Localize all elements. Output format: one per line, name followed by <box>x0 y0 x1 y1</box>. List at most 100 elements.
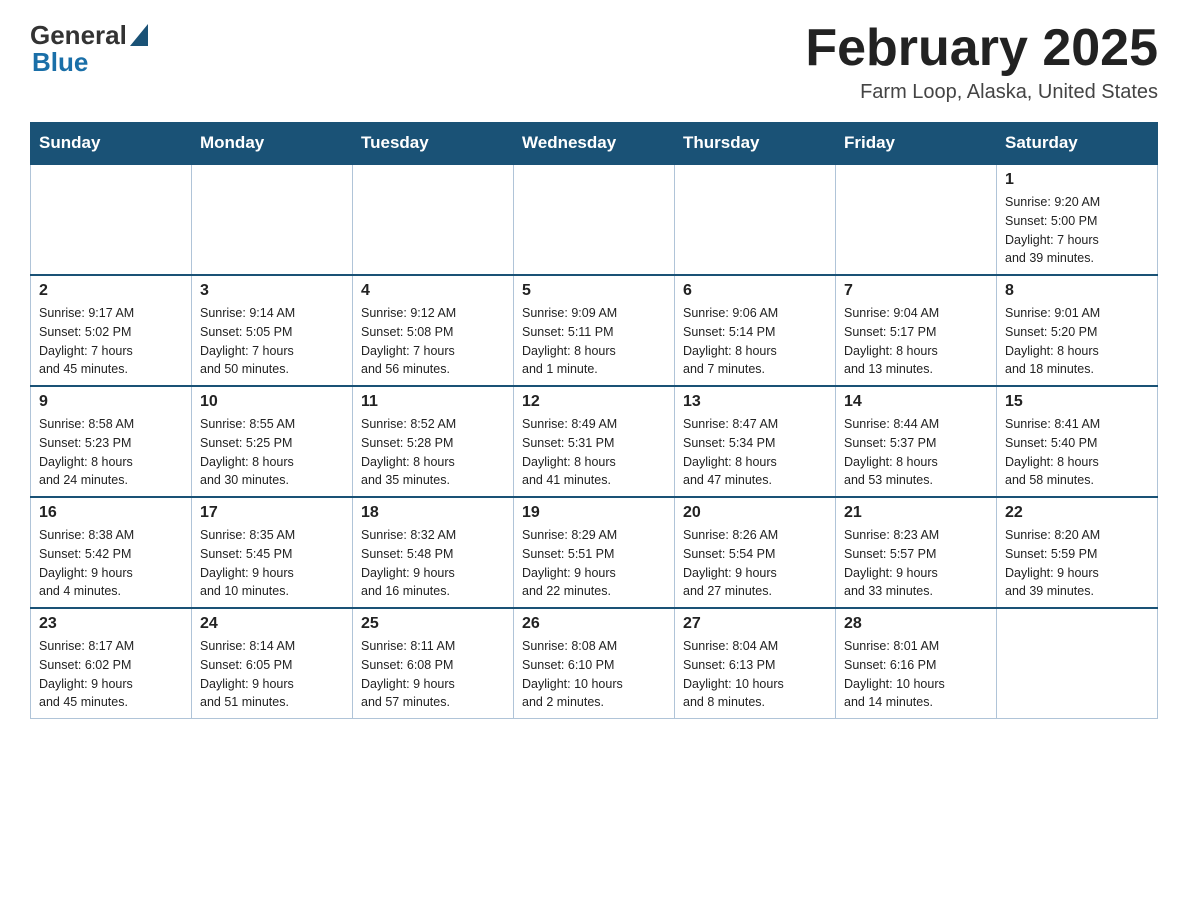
day-number: 11 <box>361 393 505 411</box>
table-row: 5 Sunrise: 9:09 AM Sunset: 5:11 PM Daylig… <box>514 275 675 386</box>
table-row: 19 Sunrise: 8:29 AM Sunset: 5:51 PM Dayli… <box>514 497 675 608</box>
table-row: 1 Sunrise: 9:20 AM Sunset: 5:00 PM Daylig… <box>997 164 1158 275</box>
day-info: Sunrise: 8:47 AM Sunset: 5:34 PM Dayligh… <box>683 415 827 490</box>
day-number: 4 <box>361 282 505 300</box>
day-info: Sunrise: 8:38 AM Sunset: 5:42 PM Dayligh… <box>39 526 183 601</box>
table-row <box>192 164 353 275</box>
logo: General Blue <box>30 20 148 78</box>
day-info: Sunrise: 8:04 AM Sunset: 6:13 PM Dayligh… <box>683 637 827 712</box>
table-row: 6 Sunrise: 9:06 AM Sunset: 5:14 PM Daylig… <box>675 275 836 386</box>
weekday-header-row: Sunday Monday Tuesday Wednesday Thursday… <box>31 123 1158 165</box>
day-info: Sunrise: 8:01 AM Sunset: 6:16 PM Dayligh… <box>844 637 988 712</box>
day-info: Sunrise: 8:14 AM Sunset: 6:05 PM Dayligh… <box>200 637 344 712</box>
day-number: 28 <box>844 615 988 633</box>
page-header: General Blue February 2025 Farm Loop, Al… <box>30 20 1158 104</box>
day-number: 10 <box>200 393 344 411</box>
table-row: 2Sunrise: 9:17 AM Sunset: 5:02 PM Daylig… <box>31 275 192 386</box>
table-row <box>675 164 836 275</box>
table-row: 3 Sunrise: 9:14 AM Sunset: 5:05 PM Daylig… <box>192 275 353 386</box>
table-row: 22 Sunrise: 8:20 AM Sunset: 5:59 PM Dayli… <box>997 497 1158 608</box>
calendar-week-row: 9 Sunrise: 8:58 AM Sunset: 5:23 PM Daylig… <box>31 386 1158 497</box>
table-row: 26 Sunrise: 8:08 AM Sunset: 6:10 PM Dayli… <box>514 608 675 719</box>
day-number: 27 <box>683 615 827 633</box>
table-row: 8 Sunrise: 9:01 AM Sunset: 5:20 PM Daylig… <box>997 275 1158 386</box>
day-number: 12 <box>522 393 666 411</box>
day-info: Sunrise: 8:08 AM Sunset: 6:10 PM Dayligh… <box>522 637 666 712</box>
day-number: 9 <box>39 393 183 411</box>
location: Farm Loop, Alaska, United States <box>805 81 1158 104</box>
header-friday: Friday <box>836 123 997 165</box>
day-info: Sunrise: 8:26 AM Sunset: 5:54 PM Dayligh… <box>683 526 827 601</box>
calendar-week-row: 1 Sunrise: 9:20 AM Sunset: 5:00 PM Daylig… <box>31 164 1158 275</box>
day-number: 14 <box>844 393 988 411</box>
table-row: 28 Sunrise: 8:01 AM Sunset: 6:16 PM Dayli… <box>836 608 997 719</box>
day-number: 21 <box>844 504 988 522</box>
day-number: 17 <box>200 504 344 522</box>
day-number: 18 <box>361 504 505 522</box>
header-wednesday: Wednesday <box>514 123 675 165</box>
table-row: 12 Sunrise: 8:49 AM Sunset: 5:31 PM Dayli… <box>514 386 675 497</box>
day-number: 7 <box>844 282 988 300</box>
calendar-week-row: 2Sunrise: 9:17 AM Sunset: 5:02 PM Daylig… <box>31 275 1158 386</box>
table-row <box>31 164 192 275</box>
day-number: 24 <box>200 615 344 633</box>
day-info: Sunrise: 8:32 AM Sunset: 5:48 PM Dayligh… <box>361 526 505 601</box>
day-info: Sunrise: 8:35 AM Sunset: 5:45 PM Dayligh… <box>200 526 344 601</box>
day-info: Sunrise: 9:04 AM Sunset: 5:17 PM Dayligh… <box>844 304 988 379</box>
day-number: 8 <box>1005 282 1149 300</box>
table-row: 11Sunrise: 8:52 AM Sunset: 5:28 PM Dayli… <box>353 386 514 497</box>
day-info: Sunrise: 8:49 AM Sunset: 5:31 PM Dayligh… <box>522 415 666 490</box>
day-info: Sunrise: 8:44 AM Sunset: 5:37 PM Dayligh… <box>844 415 988 490</box>
table-row: 25 Sunrise: 8:11 AM Sunset: 6:08 PM Dayli… <box>353 608 514 719</box>
header-sunday: Sunday <box>31 123 192 165</box>
logo-triangle-icon <box>130 24 148 46</box>
day-info: Sunrise: 8:41 AM Sunset: 5:40 PM Dayligh… <box>1005 415 1149 490</box>
calendar-week-row: 23Sunrise: 8:17 AM Sunset: 6:02 PM Dayli… <box>31 608 1158 719</box>
day-info: Sunrise: 9:14 AM Sunset: 5:05 PM Dayligh… <box>200 304 344 379</box>
day-number: 15 <box>1005 393 1149 411</box>
table-row: 24 Sunrise: 8:14 AM Sunset: 6:05 PM Dayli… <box>192 608 353 719</box>
day-info: Sunrise: 8:29 AM Sunset: 5:51 PM Dayligh… <box>522 526 666 601</box>
day-number: 22 <box>1005 504 1149 522</box>
day-info: Sunrise: 8:55 AM Sunset: 5:25 PM Dayligh… <box>200 415 344 490</box>
day-number: 1 <box>1005 171 1149 189</box>
header-monday: Monday <box>192 123 353 165</box>
day-number: 26 <box>522 615 666 633</box>
calendar-table: Sunday Monday Tuesday Wednesday Thursday… <box>30 122 1158 719</box>
table-row: 27 Sunrise: 8:04 AM Sunset: 6:13 PM Dayli… <box>675 608 836 719</box>
day-info: Sunrise: 8:20 AM Sunset: 5:59 PM Dayligh… <box>1005 526 1149 601</box>
table-row: 10 Sunrise: 8:55 AM Sunset: 5:25 PM Dayli… <box>192 386 353 497</box>
day-number: 13 <box>683 393 827 411</box>
day-number: 25 <box>361 615 505 633</box>
day-info: Sunrise: 9:09 AM Sunset: 5:11 PM Dayligh… <box>522 304 666 379</box>
day-number: 20 <box>683 504 827 522</box>
day-number: 5 <box>522 282 666 300</box>
day-number: 19 <box>522 504 666 522</box>
table-row: 23Sunrise: 8:17 AM Sunset: 6:02 PM Dayli… <box>31 608 192 719</box>
day-info: Sunrise: 8:58 AM Sunset: 5:23 PM Dayligh… <box>39 415 183 490</box>
table-row: 17 Sunrise: 8:35 AM Sunset: 5:45 PM Dayli… <box>192 497 353 608</box>
day-number: 16 <box>39 504 183 522</box>
day-info: Sunrise: 8:17 AM Sunset: 6:02 PM Dayligh… <box>39 637 183 712</box>
table-row: 9 Sunrise: 8:58 AM Sunset: 5:23 PM Daylig… <box>31 386 192 497</box>
table-row <box>353 164 514 275</box>
table-row: 20 Sunrise: 8:26 AM Sunset: 5:54 PM Dayli… <box>675 497 836 608</box>
title-block: February 2025 Farm Loop, Alaska, United … <box>805 20 1158 104</box>
day-info: Sunrise: 9:06 AM Sunset: 5:14 PM Dayligh… <box>683 304 827 379</box>
header-thursday: Thursday <box>675 123 836 165</box>
logo-blue-text: Blue <box>30 47 88 78</box>
table-row: 13 Sunrise: 8:47 AM Sunset: 5:34 PM Dayli… <box>675 386 836 497</box>
day-info: Sunrise: 8:11 AM Sunset: 6:08 PM Dayligh… <box>361 637 505 712</box>
table-row <box>997 608 1158 719</box>
table-row: 16 Sunrise: 8:38 AM Sunset: 5:42 PM Dayli… <box>31 497 192 608</box>
day-info: Sunrise: 9:12 AM Sunset: 5:08 PM Dayligh… <box>361 304 505 379</box>
day-number: 6 <box>683 282 827 300</box>
header-saturday: Saturday <box>997 123 1158 165</box>
table-row: 7 Sunrise: 9:04 AM Sunset: 5:17 PM Daylig… <box>836 275 997 386</box>
day-info: Sunrise: 9:20 AM Sunset: 5:00 PM Dayligh… <box>1005 193 1149 268</box>
month-title: February 2025 <box>805 20 1158 77</box>
day-number: 3 <box>200 282 344 300</box>
table-row: 15 Sunrise: 8:41 AM Sunset: 5:40 PM Dayli… <box>997 386 1158 497</box>
table-row: 21Sunrise: 8:23 AM Sunset: 5:57 PM Dayli… <box>836 497 997 608</box>
day-info: Sunrise: 9:01 AM Sunset: 5:20 PM Dayligh… <box>1005 304 1149 379</box>
